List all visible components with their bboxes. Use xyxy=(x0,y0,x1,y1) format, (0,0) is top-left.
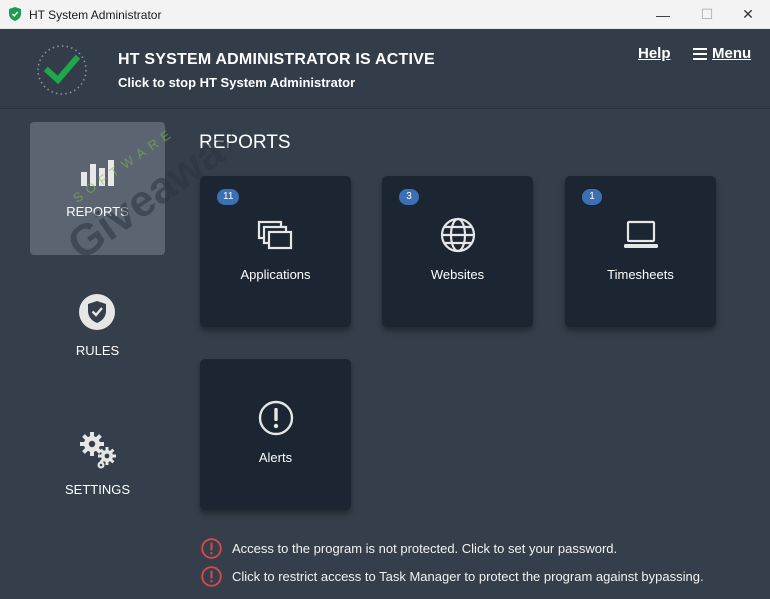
sidebar-item-settings[interactable]: SETTINGS xyxy=(30,400,165,533)
maximize-button[interactable]: ☐ xyxy=(685,0,729,29)
card-websites[interactable]: 3 Websites xyxy=(382,176,533,327)
sidebar-item-reports[interactable]: REPORTS xyxy=(30,122,165,255)
alert-icon xyxy=(258,400,294,436)
check-icon[interactable] xyxy=(36,44,88,96)
bar-chart-icon xyxy=(81,160,114,186)
shield-icon xyxy=(79,294,115,330)
card-label: Timesheets xyxy=(607,267,674,282)
menu-button[interactable]: Menu xyxy=(693,45,751,62)
window-titlebar: HT System Administrator — ☐ ✕ xyxy=(0,0,770,29)
sidebar-item-label: REPORTS xyxy=(66,204,129,219)
sidebar-item-rules[interactable]: RULES xyxy=(30,261,165,394)
header: HT SYSTEM ADMINISTRATOR IS ACTIVE Click … xyxy=(0,29,770,109)
card-applications[interactable]: 11 Applications xyxy=(200,176,351,327)
count-badge: 3 xyxy=(399,189,419,205)
close-icon: ✕ xyxy=(742,6,754,22)
notice-text: Access to the program is not protected. … xyxy=(232,541,618,556)
app-body: HT SYSTEM ADMINISTRATOR IS ACTIVE Click … xyxy=(0,29,770,599)
sidebar-item-label: SETTINGS xyxy=(64,482,130,497)
gears-icon xyxy=(80,432,116,469)
card-label: Applications xyxy=(240,267,311,282)
close-button[interactable]: ✕ xyxy=(726,0,770,29)
warning-icon xyxy=(201,566,222,587)
help-link[interactable]: Help xyxy=(638,45,671,62)
count-badge: 11 xyxy=(217,189,240,205)
card-label: Websites xyxy=(430,267,485,282)
maximize-icon: ☐ xyxy=(700,6,714,22)
minimize-button[interactable]: — xyxy=(641,0,685,29)
card-label: Alerts xyxy=(258,450,293,465)
page-title: REPORTS xyxy=(199,132,291,153)
laptop-icon xyxy=(624,220,658,248)
sidebar-item-label: RULES xyxy=(75,343,120,358)
password-notice[interactable]: Access to the program is not protected. … xyxy=(201,538,617,559)
count-badge: 1 xyxy=(582,189,602,205)
menu-label: Menu xyxy=(712,45,752,62)
app-shield-icon xyxy=(9,7,21,21)
warning-icon xyxy=(201,538,222,559)
globe-icon xyxy=(440,217,476,253)
card-alerts[interactable]: Alerts xyxy=(200,359,351,510)
notice-text: Click to restrict access to Task Manager… xyxy=(232,569,704,584)
stop-link[interactable]: Click to stop HT System Administrator xyxy=(118,75,355,90)
window-title: HT System Administrator xyxy=(29,8,162,22)
card-timesheets[interactable]: 1 Timesheets xyxy=(565,176,716,327)
windows-icon xyxy=(257,220,293,250)
status-title[interactable]: HT SYSTEM ADMINISTRATOR IS ACTIVE xyxy=(118,51,435,69)
hamburger-icon xyxy=(693,47,707,60)
minimize-icon: — xyxy=(656,6,670,23)
task-manager-notice[interactable]: Click to restrict access to Task Manager… xyxy=(201,566,704,587)
